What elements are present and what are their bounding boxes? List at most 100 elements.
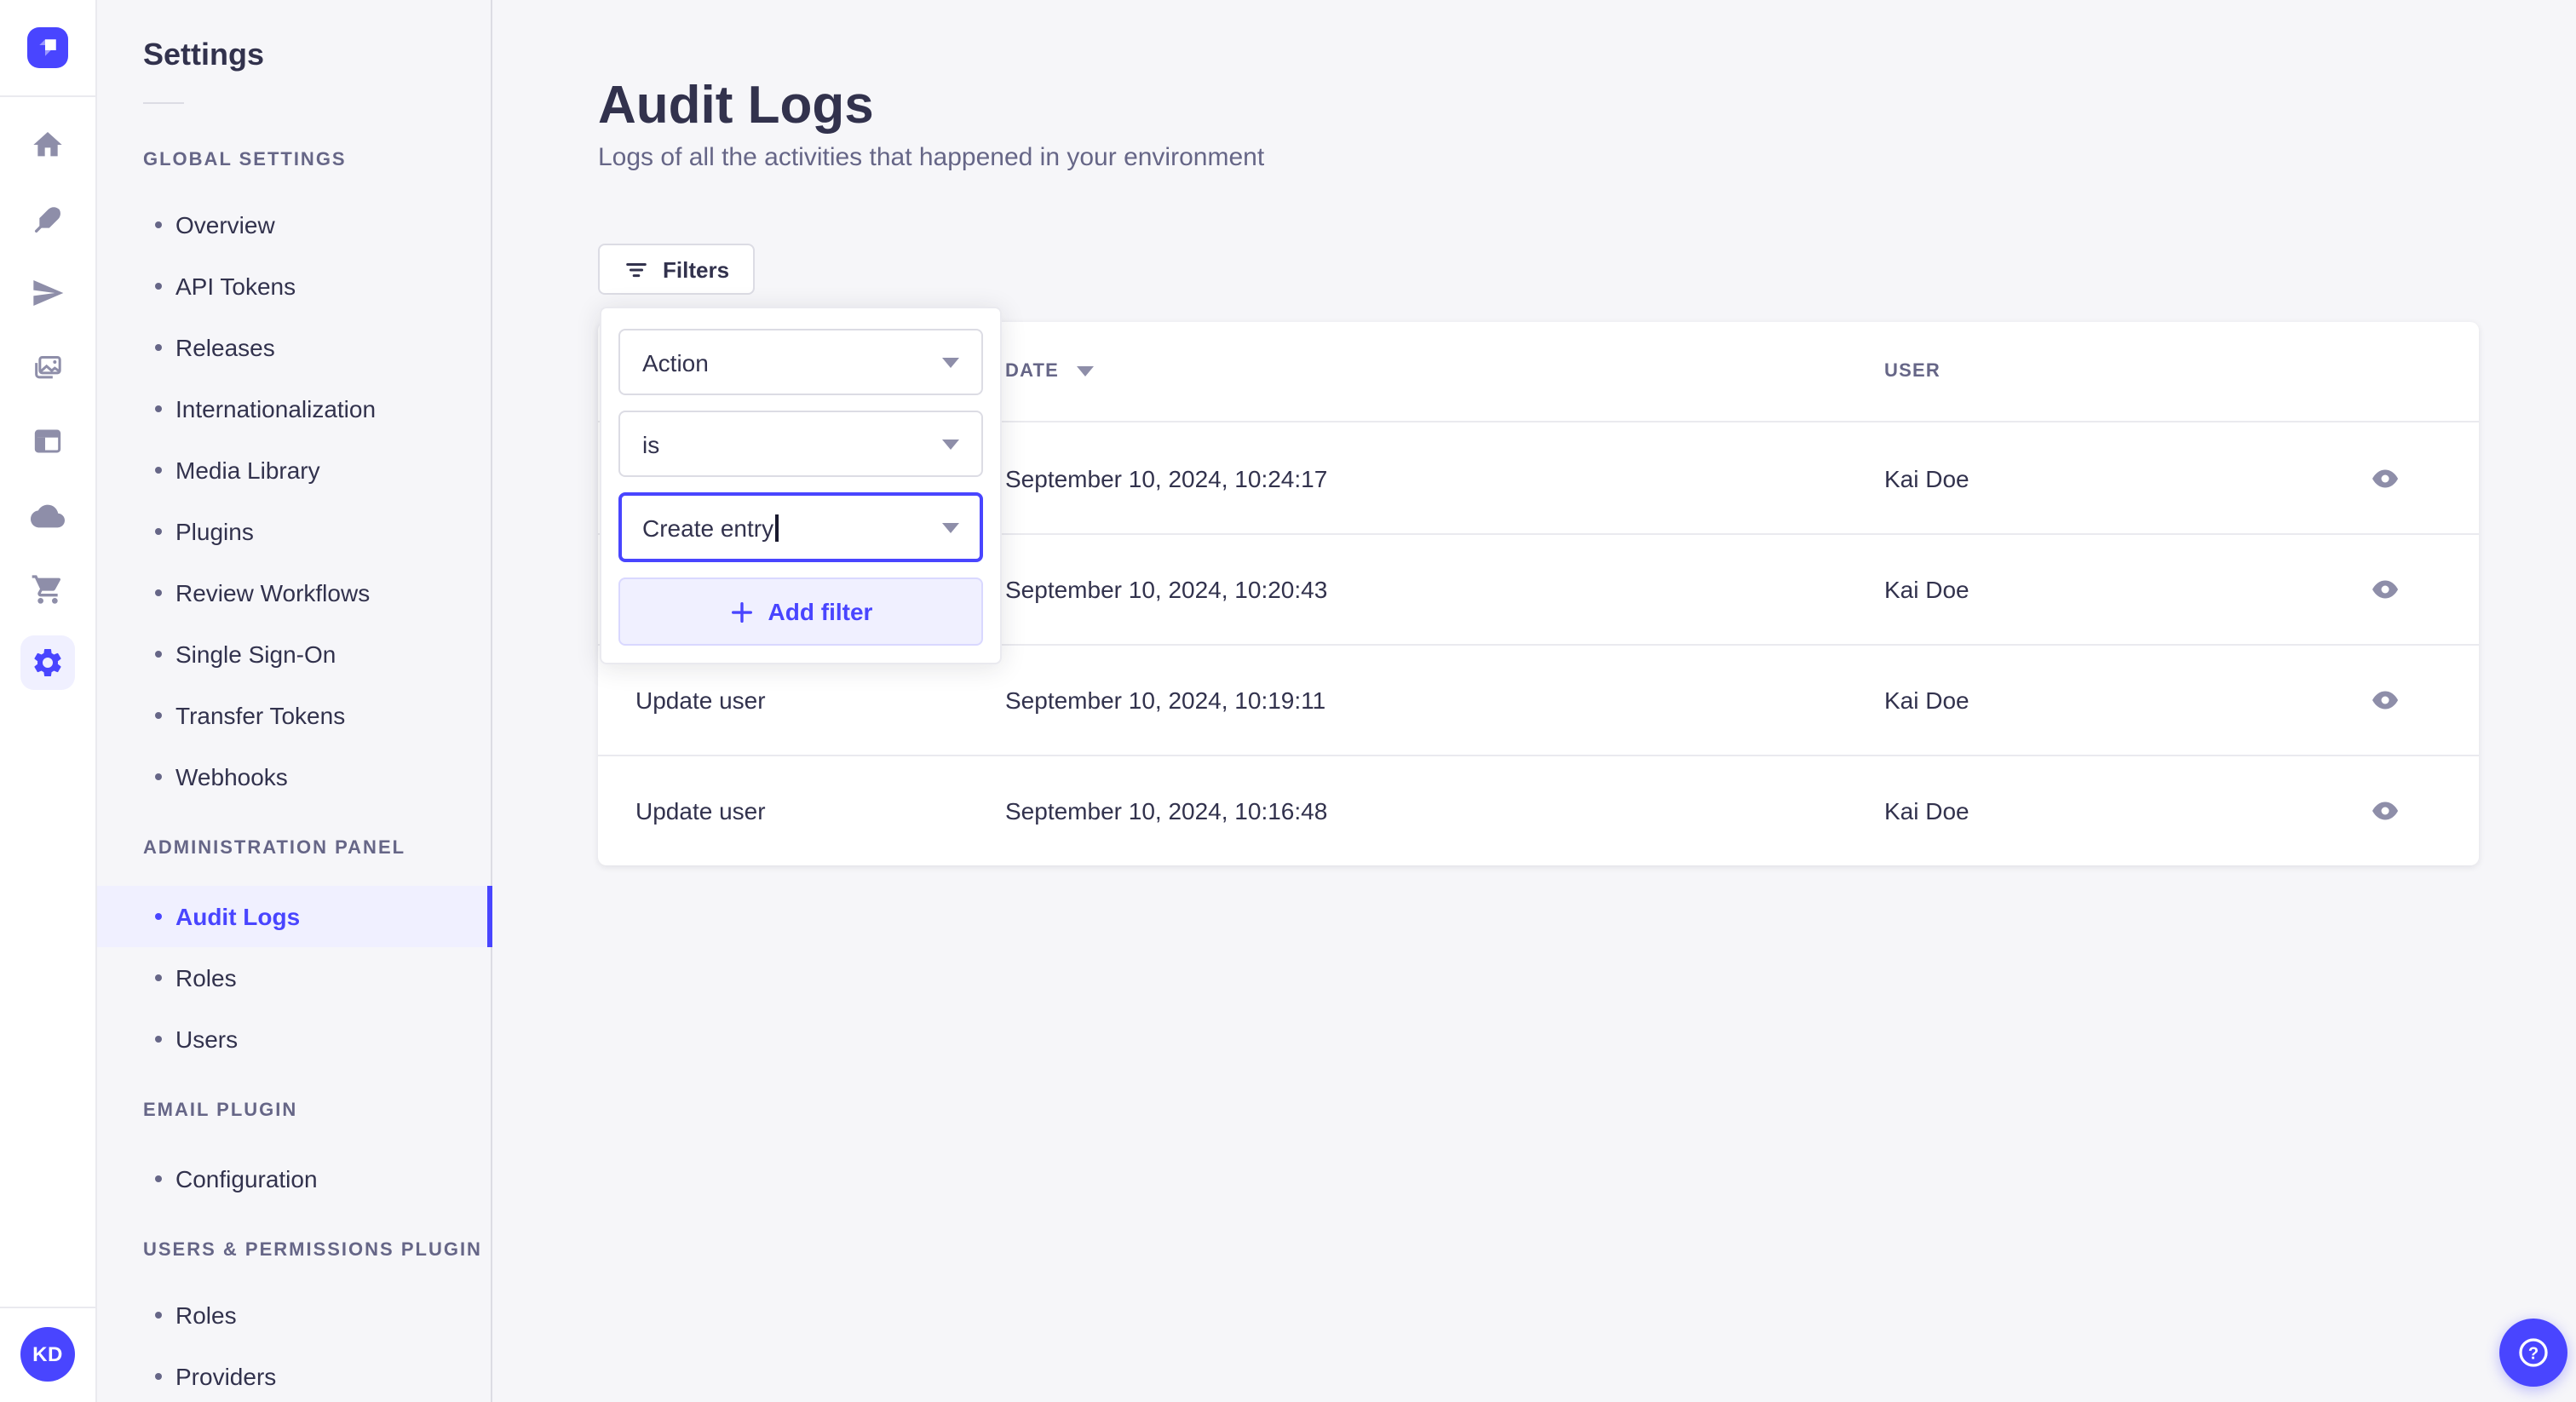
sidebar-title: Settings	[143, 37, 265, 72]
filter-value-label: Create entry	[642, 514, 774, 541]
chevron-down-icon	[942, 439, 959, 449]
sidebar-item-label: API Tokens	[175, 273, 296, 300]
bullet-icon	[155, 1175, 162, 1182]
sidebar-item-overview[interactable]: Overview	[97, 194, 492, 256]
cloud-icon[interactable]	[20, 489, 75, 543]
view-details-button[interactable]	[2358, 562, 2412, 617]
chevron-down-icon	[942, 522, 959, 532]
sidebar-item-review-workflows[interactable]: Review Workflows	[97, 562, 492, 623]
cell-user: Kai Doe	[1884, 464, 1969, 491]
settings-sidebar: Settings GLOBAL SETTINGS Overview API To…	[97, 0, 492, 1402]
section-users-permissions-plugin: USERS & PERMISSIONS PLUGIN	[143, 1240, 482, 1261]
view-details-button[interactable]	[2358, 784, 2412, 838]
settings-icon[interactable]	[20, 635, 75, 690]
sidebar-item-media-library[interactable]: Media Library	[97, 440, 492, 501]
sidebar-item-label: Providers	[175, 1363, 277, 1390]
table-row[interactable]: Update user September 10, 2024, 10:16:48…	[598, 755, 2479, 865]
sidebar-item-label: Media Library	[175, 457, 320, 484]
sidebar-item-label: Configuration	[175, 1165, 318, 1192]
eye-icon	[2372, 802, 2398, 820]
bullet-icon	[155, 773, 162, 780]
sidebar-item-label: Roles	[175, 964, 237, 991]
sidebar-item-label: Review Workflows	[175, 579, 371, 606]
sidebar-item-configuration[interactable]: Configuration	[97, 1148, 492, 1210]
section-administration-panel: ADMINISTRATION PANEL	[143, 838, 406, 859]
bullet-icon	[155, 1036, 162, 1043]
sidebar-item-transfer-tokens[interactable]: Transfer Tokens	[97, 685, 492, 746]
page-subtitle: Logs of all the activities that happened…	[598, 143, 1265, 172]
cell-user: Kai Doe	[1884, 797, 1969, 825]
bullet-icon	[155, 221, 162, 228]
cell-date: September 10, 2024, 10:20:43	[1005, 576, 1328, 603]
bullet-icon	[155, 344, 162, 351]
sidebar-item-single-sign-on[interactable]: Single Sign-On	[97, 623, 492, 685]
cell-user: Kai Doe	[1884, 687, 1969, 714]
cell-date: September 10, 2024, 10:16:48	[1005, 797, 1328, 825]
sidebar-item-label: Webhooks	[175, 763, 288, 790]
sidebar-item-label: Roles	[175, 1301, 237, 1329]
marketplace-icon[interactable]	[20, 562, 75, 617]
bullet-icon	[155, 913, 162, 920]
filter-field-value: Action	[642, 348, 709, 376]
content-manager-icon[interactable]	[20, 192, 75, 247]
sidebar-item-releases[interactable]: Releases	[97, 317, 492, 378]
sidebar-item-providers[interactable]: Providers	[97, 1346, 492, 1402]
filter-popover: Action is Create entry Add filter	[600, 307, 1002, 664]
filter-icon	[626, 261, 647, 277]
help-button[interactable]: ?	[2499, 1319, 2567, 1387]
sidebar-title-divider	[143, 102, 184, 104]
view-details-button[interactable]	[2358, 673, 2412, 727]
sidebar-item-plugins[interactable]: Plugins	[97, 501, 492, 562]
cell-date: September 10, 2024, 10:19:11	[1005, 687, 1326, 714]
bullet-icon	[155, 405, 162, 412]
add-filter-button[interactable]: Add filter	[618, 577, 983, 646]
sidebar-item-label: Single Sign-On	[175, 641, 336, 668]
sidebar-item-api-tokens[interactable]: API Tokens	[97, 256, 492, 317]
filter-value-text: Create entry	[642, 514, 779, 541]
bullet-icon	[155, 467, 162, 474]
global-settings-list: Overview API Tokens Releases Internation…	[97, 194, 492, 807]
eye-icon	[2372, 691, 2398, 710]
filters-button[interactable]: Filters	[598, 244, 756, 295]
text-cursor	[775, 514, 779, 541]
releases-icon[interactable]	[20, 266, 75, 320]
filter-value-select[interactable]: Create entry	[618, 492, 983, 562]
rail-bottom-divider	[0, 1307, 97, 1308]
cell-action: Update user	[635, 797, 766, 825]
view-details-button[interactable]	[2358, 451, 2412, 505]
bullet-icon	[155, 1312, 162, 1319]
add-filter-label: Add filter	[768, 598, 873, 625]
sidebar-item-label: Internationalization	[175, 395, 377, 422]
administration-panel-list: Audit Logs Roles Users	[97, 886, 492, 1070]
sidebar-item-webhooks[interactable]: Webhooks	[97, 746, 492, 807]
sidebar-item-admin-users[interactable]: Users	[97, 1008, 492, 1070]
section-email-plugin: EMAIL PLUGIN	[143, 1100, 298, 1121]
sidebar-item-label: Transfer Tokens	[175, 702, 346, 729]
filter-operator-select[interactable]: is	[618, 411, 983, 477]
svg-text:?: ?	[2528, 1344, 2539, 1363]
column-header-date[interactable]: DATE	[1005, 361, 1884, 382]
column-header-user[interactable]: USER	[1884, 361, 2291, 382]
eye-icon	[2372, 468, 2398, 487]
sidebar-item-admin-roles[interactable]: Roles	[97, 947, 492, 1008]
chevron-down-icon	[942, 357, 959, 367]
content-type-builder-icon[interactable]	[20, 414, 75, 468]
sidebar-item-internationalization[interactable]: Internationalization	[97, 378, 492, 440]
bullet-icon	[155, 974, 162, 981]
home-icon[interactable]	[20, 118, 75, 172]
sidebar-item-up-roles[interactable]: Roles	[97, 1284, 492, 1346]
filter-field-select[interactable]: Action	[618, 329, 983, 395]
cell-action: Update user	[635, 687, 766, 714]
user-avatar[interactable]: KD	[20, 1327, 75, 1382]
rail-divider	[0, 95, 97, 97]
section-global-settings: GLOBAL SETTINGS	[143, 150, 347, 170]
media-library-icon[interactable]	[20, 341, 75, 395]
cell-user: Kai Doe	[1884, 576, 1969, 603]
plus-icon	[731, 601, 752, 622]
bullet-icon	[155, 589, 162, 596]
bullet-icon	[155, 528, 162, 535]
sort-descending-icon	[1076, 366, 1094, 376]
filters-button-label: Filters	[663, 256, 730, 282]
strapi-logo[interactable]	[27, 27, 68, 68]
sidebar-item-audit-logs[interactable]: Audit Logs	[97, 886, 492, 947]
